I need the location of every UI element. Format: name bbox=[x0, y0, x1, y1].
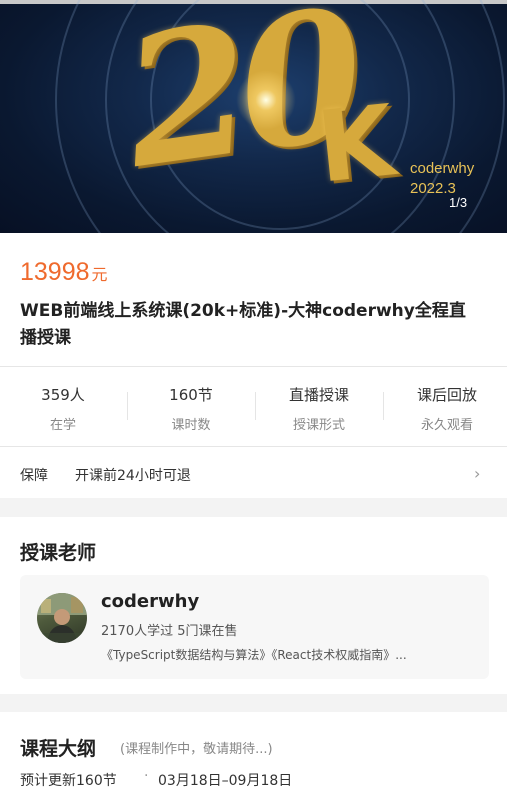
stat-label: 在学 bbox=[49, 418, 76, 433]
guarantee-label: 保障 bbox=[20, 468, 48, 484]
stat-value: 359人 bbox=[41, 386, 85, 404]
divider bbox=[0, 366, 507, 367]
stat-separator bbox=[255, 392, 256, 420]
banner-brand: coderwhy bbox=[410, 160, 475, 177]
stat-value: 直播授课 bbox=[288, 386, 349, 404]
teacher-courses: 《TypeScript数据结构与算法》《React技术权威指南》... bbox=[101, 648, 407, 662]
price-value: 13998 bbox=[20, 258, 90, 286]
price-currency: 元 bbox=[91, 267, 108, 284]
stat-label: 授课形式 bbox=[292, 418, 345, 433]
stat-lessons: 160节 课时数 bbox=[131, 384, 251, 433]
stat-value: 课后回放 bbox=[416, 386, 477, 404]
stat-students: 359人 在学 bbox=[3, 384, 123, 433]
stat-value: 160节 bbox=[169, 386, 213, 404]
separator-dot: · bbox=[144, 768, 149, 784]
teacher-stats: 2170人学过 5门课在售 bbox=[101, 624, 238, 639]
outline-title: 课程大纲 bbox=[20, 738, 97, 760]
course-banner[interactable]: 20 K coderwhy 2022.3 1/3 bbox=[0, 0, 507, 233]
chevron-right-icon: › bbox=[474, 464, 481, 483]
stat-label: 永久观看 bbox=[420, 418, 473, 433]
banner-light-flare bbox=[236, 70, 296, 130]
teacher-name[interactable]: coderwhy bbox=[101, 591, 199, 612]
banner-page-counter: 1/3 bbox=[449, 195, 468, 210]
avatar-image bbox=[37, 593, 87, 643]
stat-replay: 课后回放 永久观看 bbox=[387, 384, 507, 433]
teacher-avatar[interactable] bbox=[37, 593, 87, 643]
teacher-section-title: 授课老师 bbox=[20, 542, 97, 564]
banner-k-graphic: K bbox=[312, 84, 400, 206]
stat-label: 课时数 bbox=[171, 418, 211, 433]
stat-format: 直播授课 授课形式 bbox=[259, 384, 379, 433]
stat-separator bbox=[383, 392, 384, 420]
course-price: 13998 元 bbox=[20, 258, 108, 287]
outline-date-range: 03月18日–09月18日 bbox=[158, 773, 293, 789]
outline-subtitle: (课程制作中，敬请期待...) bbox=[120, 742, 273, 757]
stat-separator bbox=[127, 392, 128, 420]
teacher-card[interactable] bbox=[20, 575, 489, 679]
course-title: WEB前端线上系统课(20k+标准)-大神coderwhy全程直播授课 bbox=[20, 301, 466, 348]
guarantee-text: 开课前24小时可退 bbox=[75, 468, 191, 484]
guarantee-row[interactable]: 保障 开课前24小时可退 › bbox=[0, 447, 507, 499]
outline-lesson-count: 预计更新160节 bbox=[20, 773, 117, 789]
